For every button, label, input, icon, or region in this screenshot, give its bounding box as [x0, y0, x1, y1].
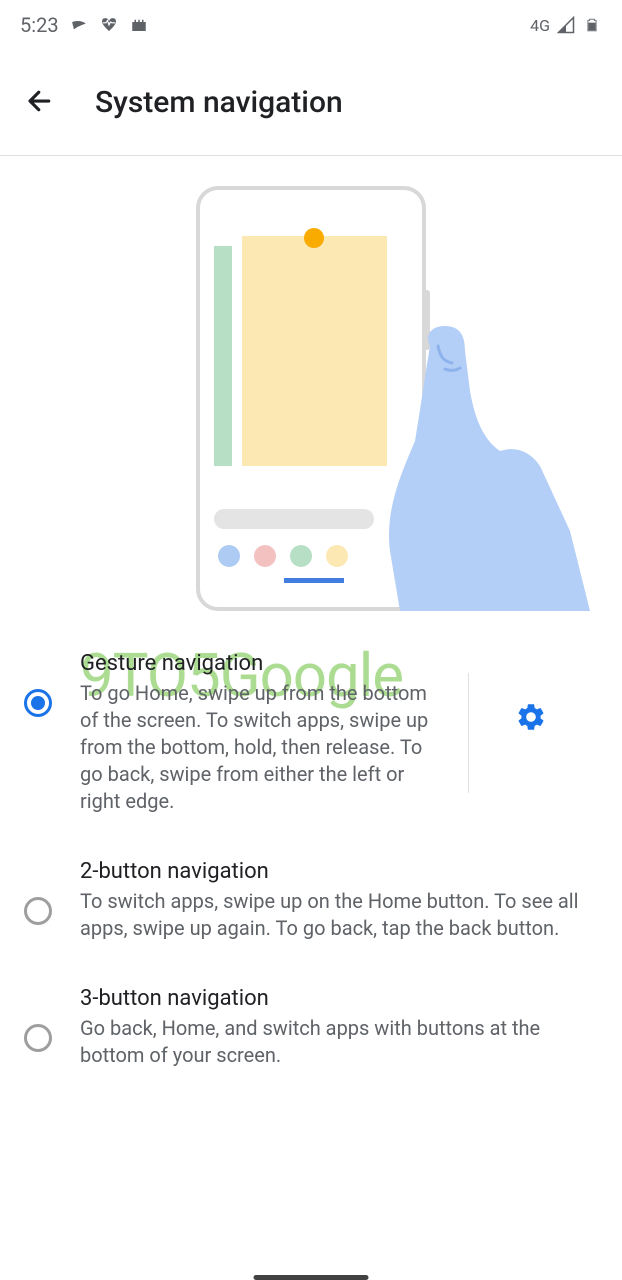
back-button[interactable]: [20, 81, 60, 125]
status-time: 5:23: [20, 13, 59, 37]
option-title: Gesture navigation: [80, 651, 440, 676]
option-3button-navigation[interactable]: 3-button navigation Go back, Home, and s…: [0, 964, 622, 1091]
signal-icon: [556, 16, 576, 34]
castle-icon: [129, 16, 149, 34]
option-title: 3-button navigation: [80, 986, 598, 1011]
illustration: [0, 156, 622, 611]
option-gesture-navigation[interactable]: Gesture navigation To go Home, swipe up …: [0, 629, 622, 837]
option-divider: [468, 673, 469, 793]
hand-illustration: [310, 301, 590, 611]
options-list: Gesture navigation To go Home, swipe up …: [0, 611, 622, 1091]
wing-icon: [69, 16, 89, 34]
app-header: System navigation: [0, 50, 622, 155]
radio-gesture[interactable]: [24, 689, 52, 717]
battery-icon: [582, 16, 602, 34]
option-title: 2-button navigation: [80, 859, 598, 884]
status-bar: 5:23 4G: [0, 0, 622, 50]
option-description: To switch apps, swipe up on the Home but…: [80, 888, 598, 942]
network-label: 4G: [530, 16, 550, 35]
gesture-settings-button[interactable]: [497, 651, 547, 733]
page-title: System navigation: [95, 85, 343, 120]
home-indicator[interactable]: [254, 1275, 369, 1280]
radio-2button[interactable]: [24, 897, 52, 925]
option-2button-navigation[interactable]: 2-button navigation To switch apps, swip…: [0, 837, 622, 964]
heart-icon: [99, 16, 119, 34]
gear-icon: [515, 701, 547, 733]
option-description: Go back, Home, and switch apps with butt…: [80, 1015, 598, 1069]
radio-3button[interactable]: [24, 1024, 52, 1052]
option-description: To go Home, swipe up from the bottom of …: [80, 680, 440, 815]
